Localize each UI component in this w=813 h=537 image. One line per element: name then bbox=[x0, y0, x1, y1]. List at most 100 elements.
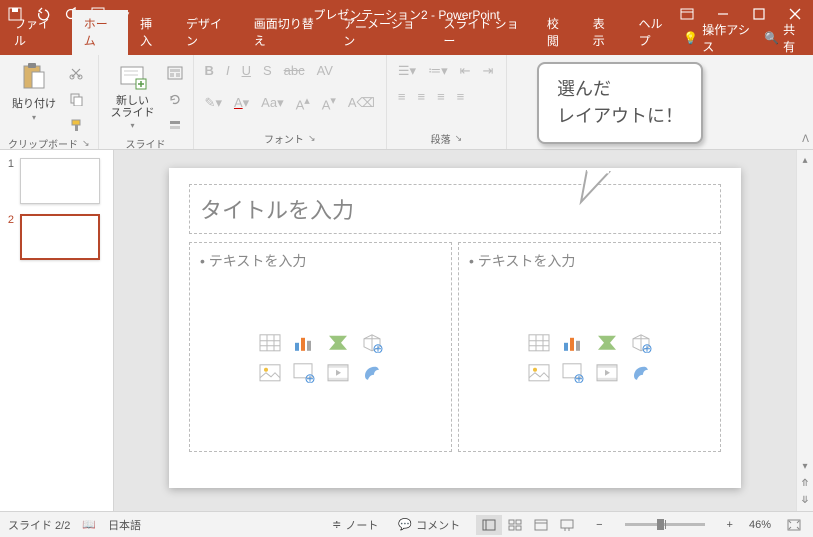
collapse-ribbon-icon[interactable]: ᐱ bbox=[802, 134, 809, 145]
slide-indicator[interactable]: スライド 2/2 bbox=[8, 517, 70, 533]
paste-icon bbox=[18, 61, 50, 93]
align-center-icon[interactable]: ≡ bbox=[414, 87, 428, 106]
insert-table-icon[interactable] bbox=[256, 331, 284, 355]
change-case-icon[interactable]: Aa▾ bbox=[258, 93, 286, 113]
clear-format-icon[interactable]: A⌫ bbox=[345, 93, 378, 113]
thumbnail-2[interactable]: 2 bbox=[4, 214, 109, 260]
chevron-down-icon: ▾ bbox=[131, 121, 135, 130]
thumbnail-1[interactable]: 1 bbox=[4, 158, 109, 204]
insert-online-picture-icon[interactable] bbox=[559, 361, 587, 385]
tab-design[interactable]: デザイン bbox=[174, 10, 242, 55]
insert-icon-icon[interactable] bbox=[358, 361, 386, 385]
spellcheck-icon[interactable]: 📖 bbox=[82, 518, 96, 531]
insert-video-icon[interactable] bbox=[593, 361, 621, 385]
statusbar: スライド 2/2 📖 日本語 ≑ノート 💬コメント − + 46% bbox=[0, 511, 813, 537]
insert-chart-icon[interactable] bbox=[290, 331, 318, 355]
tab-home[interactable]: ホーム bbox=[72, 10, 128, 55]
character-spacing-icon[interactable]: AV bbox=[314, 61, 336, 80]
content-placeholder-text: • テキストを入力 bbox=[469, 251, 710, 271]
insert-online-picture-icon[interactable] bbox=[290, 361, 318, 385]
format-painter-icon[interactable] bbox=[66, 115, 86, 135]
insert-picture-icon[interactable] bbox=[256, 361, 284, 385]
content-placeholder-right[interactable]: • テキストを入力 bbox=[458, 242, 721, 452]
tab-insert[interactable]: 挿入 bbox=[128, 10, 174, 55]
prev-slide-icon[interactable]: ⤊ bbox=[797, 475, 813, 492]
slide-canvas-area[interactable]: タイトルを入力 • テキストを入力 • bbox=[114, 150, 796, 511]
insert-smartart-icon[interactable] bbox=[593, 331, 621, 355]
zoom-in-button[interactable]: + bbox=[723, 517, 737, 533]
dialog-launcher-icon[interactable]: ↘ bbox=[455, 133, 463, 144]
tab-file[interactable]: ファイル bbox=[0, 10, 72, 55]
zoom-handle[interactable] bbox=[657, 519, 664, 530]
insert-icon-icon[interactable] bbox=[627, 361, 655, 385]
insert-chart-icon[interactable] bbox=[559, 331, 587, 355]
grow-font-icon[interactable]: A▴ bbox=[293, 92, 313, 114]
decrease-indent-icon[interactable]: ⇤ bbox=[457, 61, 474, 81]
thumbnail-panel[interactable]: 1 2 bbox=[0, 150, 114, 511]
reset-icon[interactable] bbox=[165, 89, 185, 109]
insert-table-icon[interactable] bbox=[525, 331, 553, 355]
slideshow-view-icon[interactable] bbox=[554, 515, 580, 535]
underline-button[interactable]: U bbox=[239, 61, 254, 80]
insert-smartart-icon[interactable] bbox=[324, 331, 352, 355]
group-label-font: フォント bbox=[264, 131, 304, 146]
comments-button[interactable]: 💬コメント bbox=[394, 515, 464, 535]
zoom-slider[interactable] bbox=[625, 523, 705, 526]
thumbnail-number: 1 bbox=[4, 158, 14, 170]
group-slides: 新しい スライド ▾ スライド bbox=[99, 55, 194, 149]
strikethrough-button[interactable]: abc bbox=[281, 61, 308, 80]
insert-3dmodel-icon[interactable] bbox=[627, 331, 655, 355]
shrink-font-icon[interactable]: A▾ bbox=[319, 92, 339, 114]
insert-picture-icon[interactable] bbox=[525, 361, 553, 385]
numbering-icon[interactable]: ≔▾ bbox=[425, 61, 451, 81]
next-slide-icon[interactable]: ⤋ bbox=[797, 492, 813, 509]
align-right-icon[interactable]: ≡ bbox=[434, 87, 448, 106]
share-icon: 🔍 bbox=[764, 31, 779, 45]
dialog-launcher-icon[interactable]: ↘ bbox=[308, 133, 316, 144]
notes-button[interactable]: ≑ノート bbox=[328, 515, 382, 535]
content-placeholder-left[interactable]: • テキストを入力 bbox=[189, 242, 452, 452]
reading-view-icon[interactable] bbox=[528, 515, 554, 535]
group-font: B I U S abc AV ✎▾ A▾ Aa▾ A▴ A▾ A⌫ フォント ↘ bbox=[194, 55, 387, 149]
title-placeholder[interactable]: タイトルを入力 bbox=[189, 184, 721, 234]
ribbon-tabs: ファイル ホーム 挿入 デザイン 画面切り替え アニメーション スライド ショー… bbox=[0, 28, 813, 55]
justify-icon[interactable]: ≡ bbox=[454, 87, 468, 106]
bullets-icon[interactable]: ☰▾ bbox=[395, 61, 419, 81]
section-icon[interactable] bbox=[165, 115, 185, 135]
bold-button[interactable]: B bbox=[202, 61, 217, 80]
new-slide-button[interactable]: 新しい スライド ▾ bbox=[107, 59, 159, 132]
sorter-view-icon[interactable] bbox=[502, 515, 528, 535]
vertical-scrollbar[interactable]: ▴ ▾ ⤊ ⤋ bbox=[796, 150, 813, 511]
align-left-icon[interactable]: ≡ bbox=[395, 87, 409, 106]
dialog-launcher-icon[interactable]: ↘ bbox=[82, 138, 90, 149]
highlight-icon[interactable]: ✎▾ bbox=[202, 93, 225, 113]
increase-indent-icon[interactable]: ⇥ bbox=[480, 61, 497, 81]
layout-icon[interactable] bbox=[165, 63, 185, 83]
thumbnail-slide bbox=[20, 158, 100, 204]
shadow-button[interactable]: S bbox=[260, 61, 275, 80]
callout-line2: レイアウトに！ bbox=[557, 103, 683, 130]
tab-help[interactable]: ヘルプ bbox=[627, 10, 684, 55]
scroll-down-icon[interactable]: ▾ bbox=[797, 458, 813, 475]
paste-button[interactable]: 貼り付け ▾ bbox=[8, 59, 60, 124]
italic-button[interactable]: I bbox=[223, 61, 233, 80]
group-paragraph: ☰▾ ≔▾ ⇤ ⇥ ≡ ≡ ≡ ≡ 段落↘ bbox=[387, 55, 507, 149]
scroll-up-icon[interactable]: ▴ bbox=[797, 152, 813, 169]
tell-me-button[interactable]: 💡操作アシス bbox=[683, 21, 754, 55]
insert-3dmodel-icon[interactable] bbox=[358, 331, 386, 355]
font-color-icon[interactable]: A▾ bbox=[231, 93, 252, 113]
group-label-clipboard: クリップボード bbox=[8, 136, 78, 151]
share-button[interactable]: 🔍共有 bbox=[764, 21, 803, 55]
paste-label: 貼り付け bbox=[12, 95, 56, 111]
tab-review[interactable]: 校閲 bbox=[535, 10, 581, 55]
cut-icon[interactable] bbox=[66, 63, 86, 83]
slide: タイトルを入力 • テキストを入力 • bbox=[169, 168, 741, 488]
copy-icon[interactable] bbox=[66, 89, 86, 109]
normal-view-icon[interactable] bbox=[476, 515, 502, 535]
fit-to-window-icon[interactable] bbox=[783, 517, 805, 533]
language-indicator[interactable]: 日本語 bbox=[108, 517, 141, 533]
insert-video-icon[interactable] bbox=[324, 361, 352, 385]
zoom-out-button[interactable]: − bbox=[592, 517, 606, 533]
zoom-percentage[interactable]: 46% bbox=[749, 519, 771, 531]
tab-view[interactable]: 表示 bbox=[581, 10, 627, 55]
